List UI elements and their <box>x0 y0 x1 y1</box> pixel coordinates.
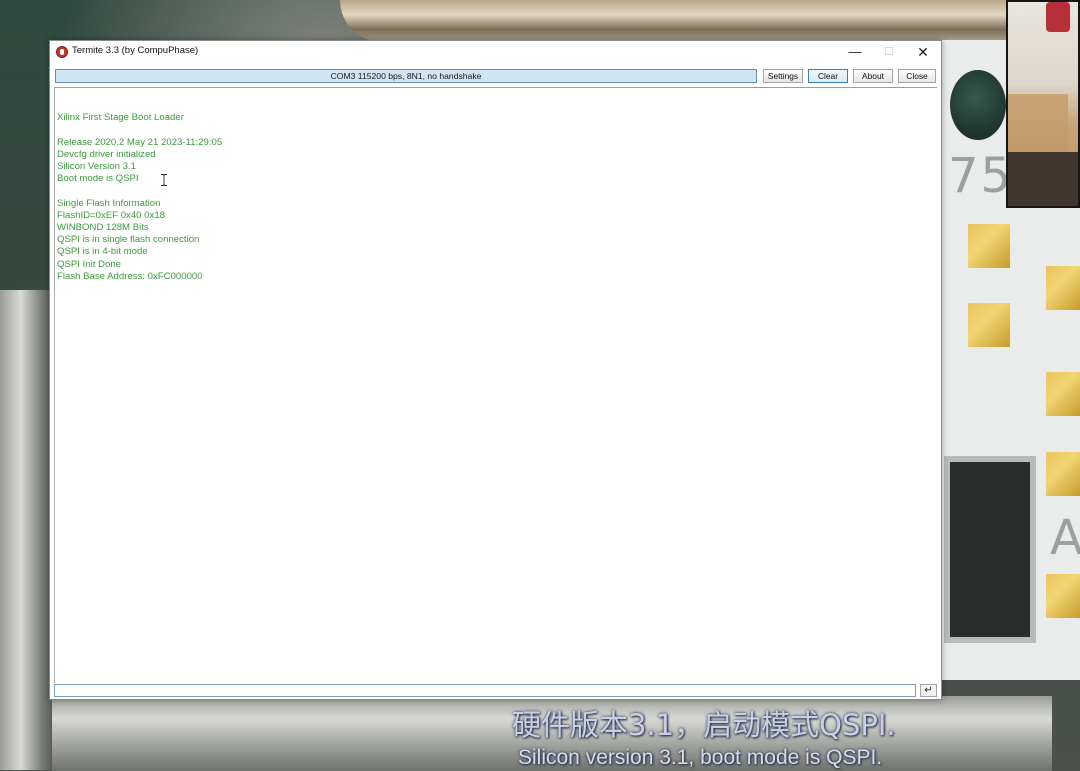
send-input[interactable] <box>54 684 916 697</box>
about-button[interactable]: About <box>853 69 893 83</box>
pcb-pad <box>1046 266 1080 310</box>
pcb-pad <box>968 303 1010 347</box>
pcb-pad <box>968 224 1010 268</box>
termite-app-icon[interactable] <box>56 46 68 58</box>
toolbar: COM3 115200 bps, 8N1, no handshake Setti… <box>50 67 941 85</box>
termite-window: Termite 3.3 (by CompuPhase) — ☐ ✕ COM3 1… <box>49 40 942 700</box>
pcb-pad <box>1046 574 1080 618</box>
minimize-button[interactable]: — <box>838 41 872 63</box>
terminal-line: WINBOND 128M Bits <box>57 222 149 234</box>
terminal-line: Flash Base Address: 0xFC000000 <box>57 270 203 282</box>
text-cursor-icon <box>161 174 167 186</box>
metal-shield-left <box>0 290 52 770</box>
subtitle-chinese: 硬件版本3.1，启动模式QSPI. <box>512 708 896 742</box>
picture-in-picture-camera <box>1006 0 1080 208</box>
window-close-button[interactable]: ✕ <box>906 41 940 63</box>
input-row: ↵ <box>54 684 937 698</box>
window-title: Termite 3.3 (by CompuPhase) <box>72 45 199 56</box>
terminal-line: QSPI Init Done <box>57 258 121 270</box>
pcb-pad <box>1046 452 1080 496</box>
pcb-chip <box>944 456 1036 643</box>
subtitle-english: Silicon version 3.1, boot mode is QSPI. <box>518 746 883 769</box>
terminal-line: Silicon Version 3.1 <box>57 161 136 173</box>
close-button[interactable]: Close <box>898 69 936 83</box>
terminal-line: QSPI is in 4-bit mode <box>57 246 148 258</box>
pcb-component <box>950 70 1006 140</box>
metal-shield-top <box>340 0 1040 42</box>
terminal-line: QSPI is in single flash connection <box>57 234 200 246</box>
pip-red-object <box>1046 2 1070 32</box>
connection-status[interactable]: COM3 115200 bps, 8N1, no handshake <box>55 69 757 83</box>
pip-desk <box>1008 152 1078 206</box>
clear-button[interactable]: Clear <box>808 69 848 83</box>
maximize-button[interactable]: ☐ <box>872 41 906 63</box>
send-enter-button[interactable]: ↵ <box>920 684 937 697</box>
terminal-line: Release 2020.2 May 21 2023-11:29:05 <box>57 136 223 148</box>
terminal-line: FlashID=0xEF 0x40 0x18 <box>57 209 165 221</box>
terminal-line: Devcfg driver initialized <box>57 148 156 160</box>
terminal-output[interactable]: Xilinx First Stage Boot Loader Release 20… <box>54 87 937 683</box>
terminal-line: Single Flash Information <box>57 197 161 209</box>
terminal-line: Xilinx First Stage Boot Loader <box>57 112 184 124</box>
pcb-silkscreen-top: 75 <box>948 148 1014 204</box>
terminal-lines: Xilinx First Stage Boot Loader Release 20… <box>55 88 937 283</box>
title-bar[interactable]: Termite 3.3 (by CompuPhase) — ☐ ✕ <box>50 41 941 63</box>
terminal-line: Boot mode is QSPI <box>57 173 139 185</box>
pcb-silkscreen-bottom: A <box>1050 510 1080 566</box>
pcb-pad <box>1046 372 1080 416</box>
settings-button[interactable]: Settings <box>763 69 803 83</box>
